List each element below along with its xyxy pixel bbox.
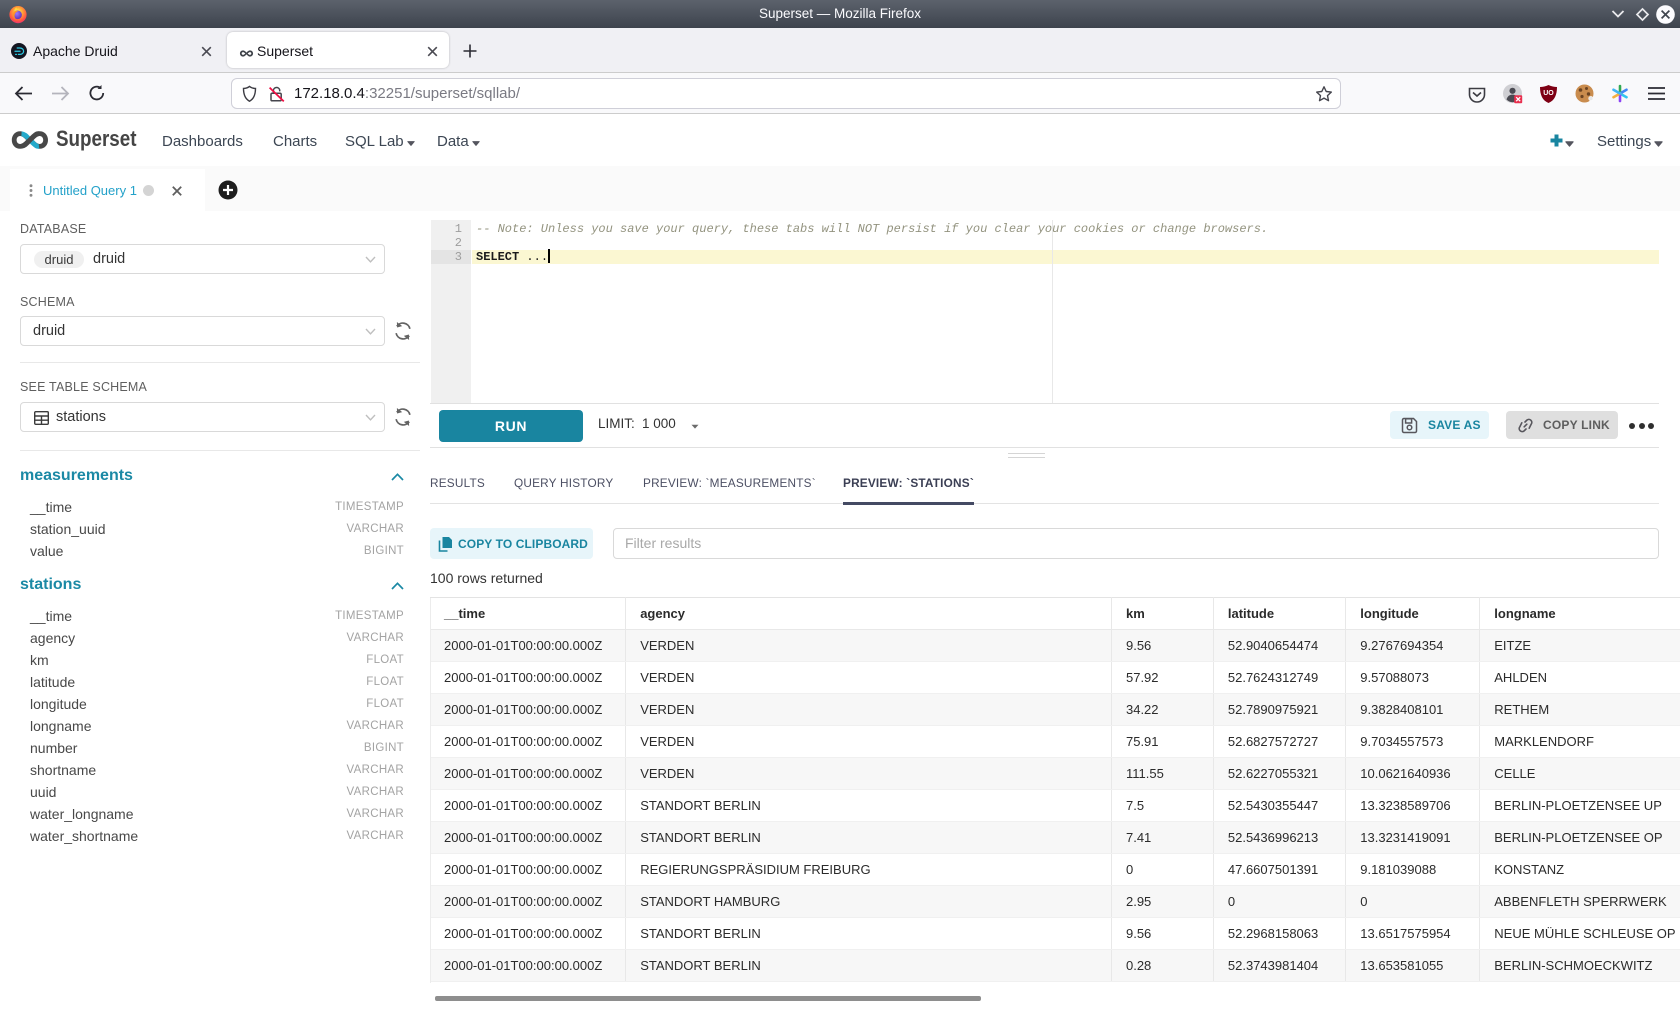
svg-text:UO: UO <box>1543 90 1554 97</box>
